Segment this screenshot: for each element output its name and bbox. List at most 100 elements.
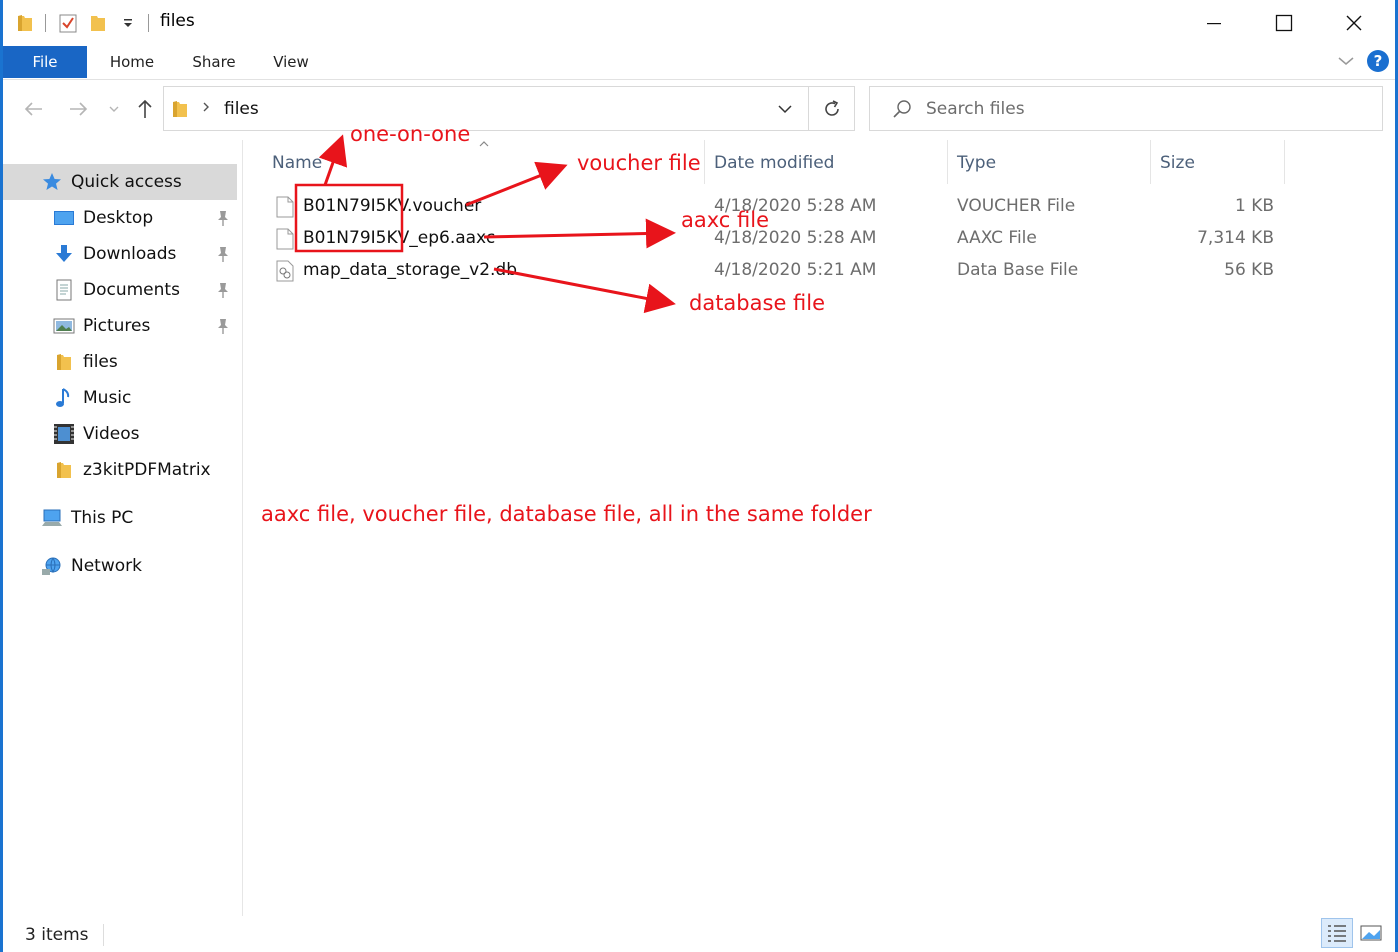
annotation-aaxc: aaxc file [681, 208, 769, 232]
search-icon [892, 99, 912, 119]
explorer-window: files File Home Share View ? files Searc… [0, 0, 1398, 952]
tab-home[interactable]: Home [103, 46, 161, 78]
customize-toolbar-icon[interactable] [118, 13, 138, 33]
annotation-voucher: voucher file [577, 151, 701, 175]
chevron-down-icon [1338, 56, 1354, 65]
nav-quick-access[interactable]: Quick access [3, 164, 237, 200]
details-view-icon [1328, 925, 1346, 942]
ribbon-tabs: File Home Share View ? [3, 46, 1395, 80]
breadcrumb-chevron-icon[interactable] [202, 101, 210, 117]
close-icon [1346, 15, 1362, 31]
expand-ribbon-button[interactable] [1337, 52, 1355, 71]
window-title: files [160, 11, 195, 31]
quick-access-toolbar [15, 10, 161, 36]
pin-icon[interactable] [215, 209, 231, 227]
file-name: B01N79I5KV.voucher [303, 196, 482, 216]
nav-this-pc[interactable]: This PC [3, 500, 237, 536]
tab-share[interactable]: Share [185, 46, 243, 78]
large-icons-view-button[interactable] [1355, 918, 1387, 948]
breadcrumb-current[interactable]: files [224, 99, 259, 119]
nav-label: Pictures [83, 316, 151, 336]
file-size: 56 KB [1224, 260, 1274, 280]
nav-label: Quick access [71, 172, 182, 192]
forward-button[interactable] [65, 96, 91, 122]
minimize-icon [1207, 23, 1221, 25]
arrow-right-icon [70, 102, 88, 116]
column-header-date[interactable]: Date modified [714, 148, 834, 178]
file-list: Name Date modified Type Size B01N79I5KV.… [244, 140, 1395, 916]
file-type: AAXC File [957, 228, 1037, 248]
folder-icon [53, 459, 75, 481]
database-file-icon [276, 260, 294, 282]
computer-icon [41, 507, 63, 529]
nav-item-music[interactable]: Music [3, 380, 237, 416]
arrow-up-icon [138, 99, 152, 118]
tab-file[interactable]: File [3, 46, 87, 78]
column-header-size[interactable]: Size [1160, 148, 1195, 178]
nav-label: Documents [83, 280, 180, 300]
annotation-one-on-one: one-on-one [350, 122, 471, 146]
back-button[interactable] [21, 96, 47, 122]
column-header-name[interactable]: Name [272, 148, 322, 178]
file-icon [276, 196, 294, 218]
nav-item-documents[interactable]: Documents [3, 272, 237, 308]
nav-item-downloads[interactable]: Downloads [3, 236, 237, 272]
help-button[interactable]: ? [1367, 50, 1389, 72]
pin-icon[interactable] [215, 281, 231, 299]
column-divider[interactable] [1284, 140, 1285, 184]
toolbar-separator [45, 14, 46, 32]
file-icon [276, 228, 294, 250]
arrow-left-icon [24, 102, 42, 116]
status-bar: 3 items [3, 916, 1395, 952]
nav-label: Downloads [83, 244, 177, 264]
nav-item-pictures[interactable]: Pictures [3, 308, 237, 344]
file-type: VOUCHER File [957, 196, 1076, 216]
large-icons-view-icon [1360, 925, 1382, 941]
properties-icon[interactable] [58, 13, 78, 33]
file-type: Data Base File [957, 260, 1079, 280]
column-header-type[interactable]: Type [957, 148, 996, 178]
toolbar-separator [148, 14, 149, 32]
maximize-button[interactable] [1249, 0, 1319, 46]
folder-icon [172, 100, 188, 118]
new-folder-icon[interactable] [88, 13, 108, 33]
documents-icon [53, 279, 75, 301]
maximize-icon [1275, 14, 1293, 32]
file-name: B01N79I5KV_ep6.aaxc [303, 228, 496, 248]
nav-item-desktop[interactable]: Desktop [3, 200, 237, 236]
recent-locations-button[interactable] [105, 96, 123, 122]
minimize-button[interactable] [1179, 0, 1249, 46]
item-count: 3 items [25, 925, 89, 945]
nav-item-z3kitpdfmatrix[interactable]: z3kitPDFMatrix [3, 452, 237, 488]
tab-view[interactable]: View [265, 46, 317, 78]
pin-icon[interactable] [215, 317, 231, 335]
column-divider[interactable] [1150, 140, 1151, 184]
close-button[interactable] [1319, 0, 1389, 46]
folder-icon [15, 13, 35, 33]
pin-icon[interactable] [215, 245, 231, 263]
file-row[interactable]: B01N79I5KV_ep6.aaxc 4/18/2020 5:28 AM AA… [272, 224, 1284, 254]
details-view-button[interactable] [1321, 918, 1353, 948]
file-row[interactable]: map_data_storage_v2.db 4/18/2020 5:21 AM… [272, 256, 1284, 286]
folder-icon [53, 351, 75, 373]
address-bar[interactable]: files [163, 86, 855, 131]
search-input[interactable]: Search files [926, 99, 1025, 119]
nav-label: Network [71, 556, 142, 576]
nav-label: z3kitPDFMatrix [83, 460, 211, 480]
nav-item-files[interactable]: files [3, 344, 237, 380]
column-divider[interactable] [704, 140, 705, 184]
address-dropdown-button[interactable] [763, 87, 807, 130]
refresh-button[interactable] [808, 87, 854, 130]
nav-label: files [83, 352, 118, 372]
up-button[interactable] [133, 96, 157, 122]
file-date: 4/18/2020 5:21 AM [714, 260, 877, 280]
nav-label: Music [83, 388, 132, 408]
nav-item-videos[interactable]: Videos [3, 416, 237, 452]
nav-network[interactable]: Network [3, 548, 237, 584]
search-box[interactable]: Search files [869, 86, 1383, 131]
column-divider[interactable] [947, 140, 948, 184]
network-icon [41, 555, 63, 577]
nav-label: Desktop [83, 208, 154, 228]
file-row[interactable]: B01N79I5KV.voucher 4/18/2020 5:28 AM VOU… [272, 192, 1284, 222]
annotation-summary: aaxc file, voucher file, database file, … [261, 502, 872, 526]
